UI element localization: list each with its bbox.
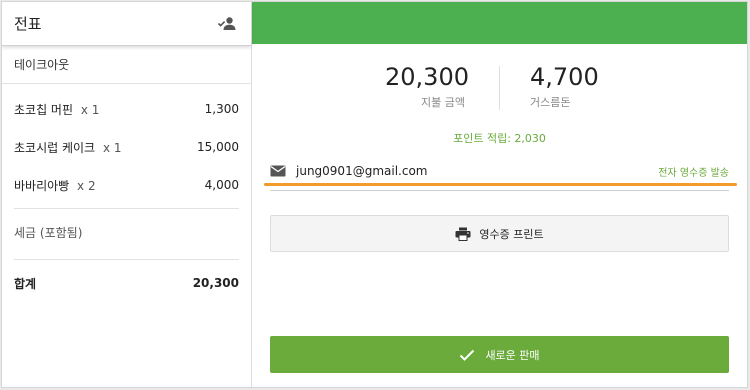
amounts-summary: 20,300 지불 금액 4,700 거스름돈 [252, 62, 747, 114]
print-receipt-button[interactable]: 영수증 프린트 [270, 215, 729, 252]
new-sale-button[interactable]: 새로운 판매 [270, 336, 729, 373]
item-price: 1,300 [204, 102, 239, 116]
item-name-wrap: 초코시럽 케이크 x 1 [14, 139, 122, 156]
order-type-label: 테이크아웃 [2, 46, 251, 84]
email-focus-highlight [264, 183, 737, 186]
change-amount-block: 4,700 거스름돈 [500, 62, 630, 114]
list-item[interactable]: 바바리아빵 x 2 4,000 [2, 166, 251, 204]
pos-receipt-screen: 전표 테이크아웃 초코칩 머핀 x 1 1,300 초코시럽 케이크 x 1 1… [1, 1, 748, 388]
item-qty: x 1 [102, 140, 122, 155]
points-earned: 포인트 적립: 2,030 [453, 132, 546, 145]
total-row: 합계 20,300 [2, 260, 251, 306]
new-sale-label: 새로운 판매 [485, 348, 540, 362]
email-address[interactable]: jung0901@gmail.com [296, 164, 427, 178]
item-name: 바바리아빵 [14, 178, 70, 193]
print-receipt-label: 영수증 프린트 [479, 227, 544, 241]
tax-label: 세금 (포함됨) [14, 225, 83, 240]
item-price: 4,000 [204, 178, 239, 192]
email-field[interactable]: jung0901@gmail.com 전자 영수증 발송 [270, 160, 729, 182]
list-item[interactable]: 초코시럽 케이크 x 1 15,000 [2, 128, 251, 166]
payment-panel: 20,300 지불 금액 4,700 거스름돈 포인트 적립: 2,030 ju… [252, 2, 747, 387]
email-underline [270, 190, 729, 191]
printer-icon [455, 227, 471, 241]
item-name-wrap: 바바리아빵 x 2 [14, 177, 96, 194]
send-e-receipt-button[interactable]: 전자 영수증 발송 [658, 164, 729, 179]
checkmark-icon [459, 349, 475, 361]
total-value: 20,300 [192, 276, 239, 290]
order-title: 전표 [14, 15, 42, 33]
item-qty: x 2 [77, 178, 96, 193]
order-header: 전표 [2, 2, 251, 46]
top-bar [252, 2, 747, 44]
item-name-wrap: 초코칩 머핀 x 1 [14, 101, 99, 118]
order-items-list: 초코칩 머핀 x 1 1,300 초코시럽 케이크 x 1 15,000 바바리… [2, 84, 251, 204]
paid-amount-block: 20,300 지불 금액 [369, 62, 499, 114]
order-panel: 전표 테이크아웃 초코칩 머핀 x 1 1,300 초코시럽 케이크 x 1 1… [2, 2, 252, 387]
item-qty: x 1 [80, 102, 100, 117]
item-name: 초코시럽 케이크 [14, 140, 96, 155]
paid-amount-label: 지불 금액 [421, 96, 465, 109]
item-price: 15,000 [197, 140, 239, 154]
envelope-icon [270, 165, 286, 177]
person-check-icon[interactable] [217, 15, 239, 33]
total-label: 합계 [14, 276, 37, 291]
change-amount: 4,700 [530, 63, 599, 91]
item-name: 초코칩 머핀 [14, 102, 74, 117]
change-amount-label: 거스름돈 [530, 96, 571, 109]
list-item[interactable]: 초코칩 머핀 x 1 1,300 [2, 90, 251, 128]
paid-amount: 20,300 [385, 63, 469, 91]
